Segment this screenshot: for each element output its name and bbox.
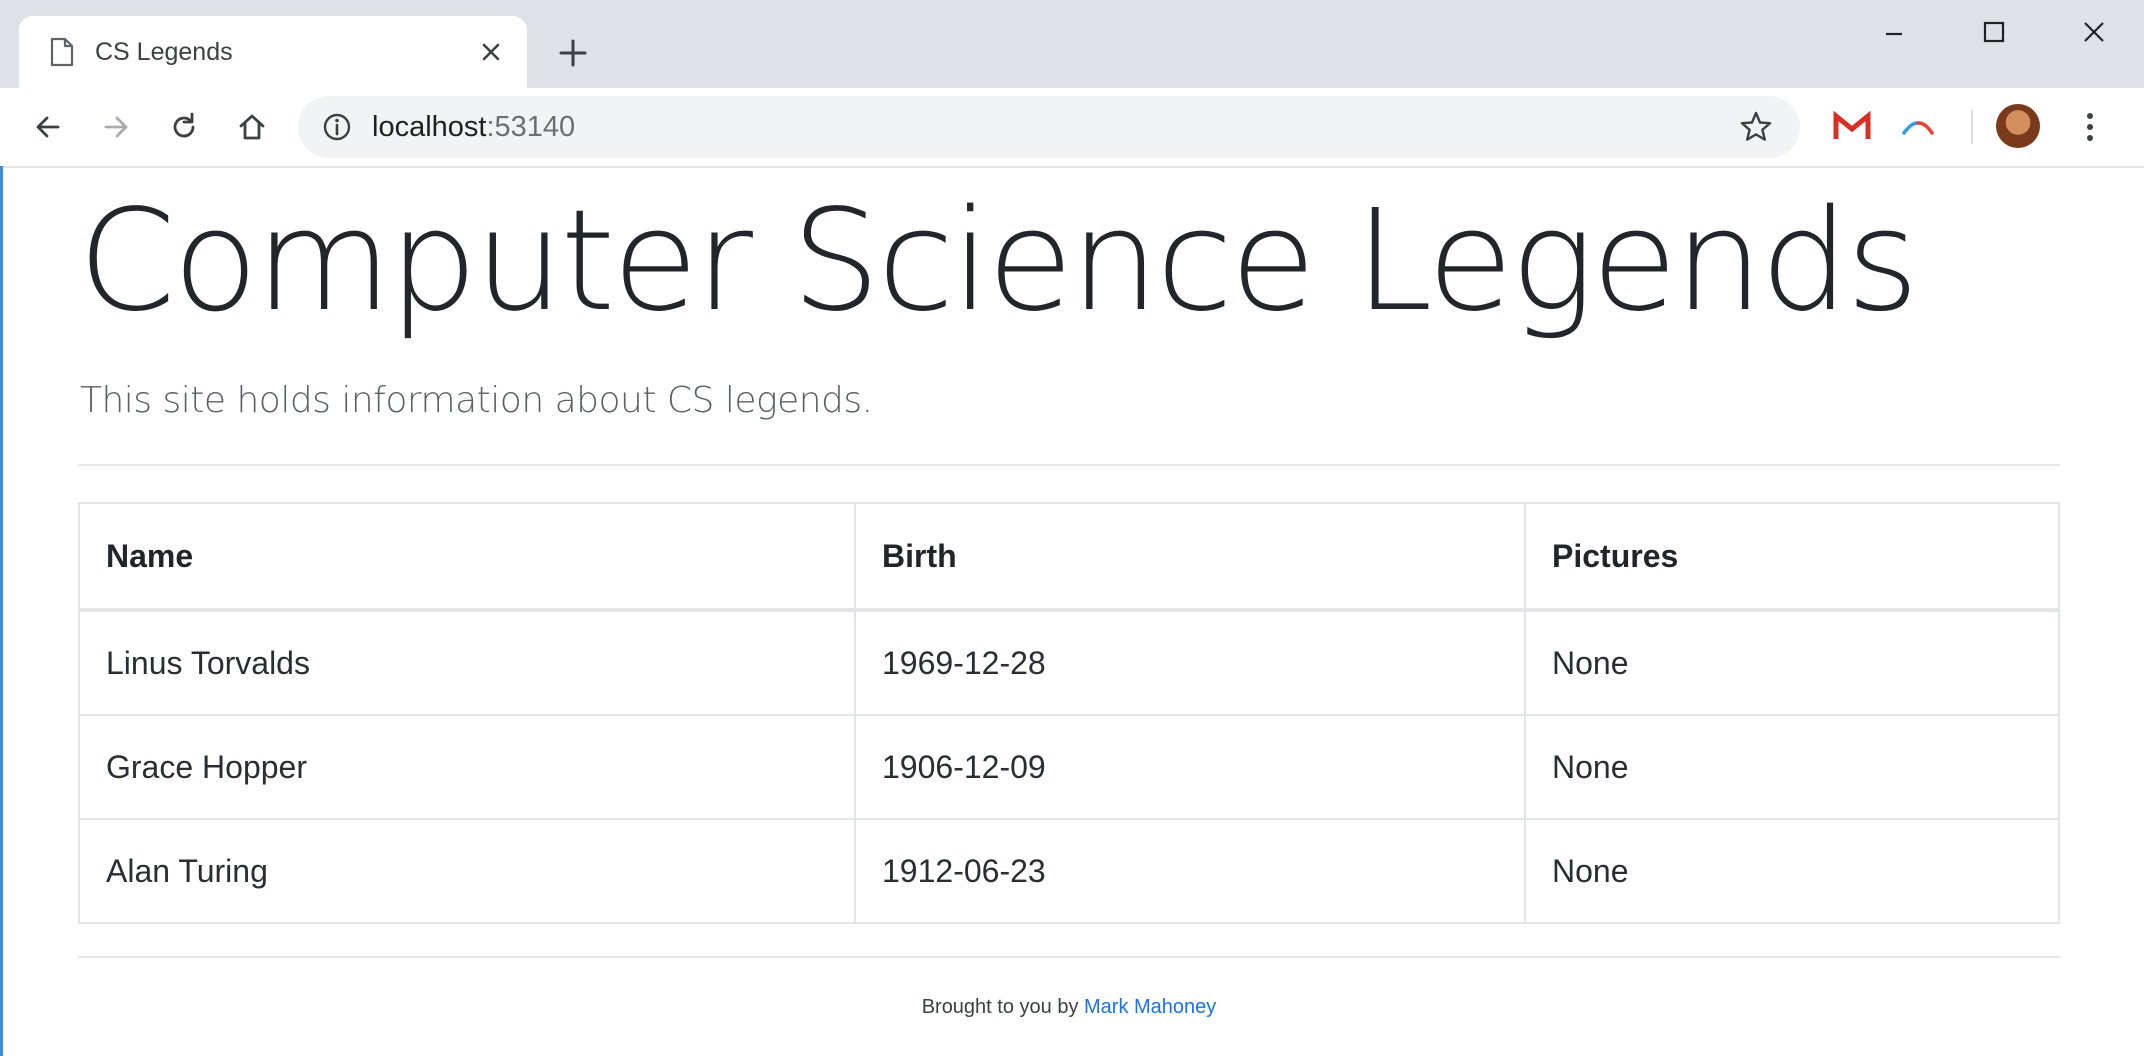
home-button[interactable]: [230, 105, 274, 149]
minimize-icon: [1886, 32, 1902, 36]
cell-pictures: None: [1524, 818, 2060, 924]
reload-button[interactable]: [162, 105, 206, 149]
cell-name: Alan Turing: [78, 818, 856, 924]
tab-close-icon[interactable]: [477, 38, 505, 66]
minimize-button[interactable]: [1862, 12, 1926, 52]
column-header-name: Name: [78, 502, 856, 612]
info-icon[interactable]: [322, 112, 352, 142]
cell-pictures: None: [1524, 609, 2060, 716]
tab-strip: CS Legends: [0, 0, 2144, 88]
close-icon: [2084, 22, 2104, 42]
arrow-left-icon: [36, 116, 60, 138]
home-icon: [239, 114, 265, 140]
table-header-row: Name Birth Pictures: [78, 502, 2060, 612]
browser-toolbar: localhost:53140: [0, 88, 2144, 168]
address-bar[interactable]: localhost:53140: [298, 96, 1800, 158]
cell-pictures: None: [1524, 714, 2060, 820]
column-header-pictures: Pictures: [1524, 502, 2060, 612]
table-row: Linus Torvalds 1969-12-28 None: [78, 609, 2060, 716]
cell-name: Grace Hopper: [78, 714, 856, 820]
toolbar-divider: [1971, 110, 1973, 144]
url-host: localhost: [372, 111, 487, 143]
footer: Brought to you by Mark Mahoney: [78, 996, 2060, 1019]
more-vert-icon[interactable]: [2072, 105, 2108, 149]
forward-button[interactable]: [94, 105, 138, 149]
legends-table: Name Birth Pictures Linus Torvalds 1969-…: [78, 502, 2060, 924]
document-icon: [50, 37, 74, 67]
divider: [78, 464, 2060, 466]
profile-avatar[interactable]: [1996, 104, 2040, 148]
url-port: :53140: [486, 111, 576, 143]
close-window-button[interactable]: [2062, 12, 2126, 52]
column-header-birth: Birth: [854, 502, 1526, 612]
cell-birth: 1906-12-09: [854, 714, 1526, 820]
window-border: [0, 166, 3, 1056]
cell-birth: 1912-06-23: [854, 818, 1526, 924]
reload-icon: [173, 112, 195, 138]
maximize-button[interactable]: [1962, 12, 2026, 52]
extension-arc-icon[interactable]: [1898, 107, 1938, 147]
page-title: Computer Science Legends: [78, 180, 1919, 343]
gmail-icon[interactable]: [1832, 107, 1872, 147]
bookmark-star-icon[interactable]: [1738, 109, 1774, 145]
browser-tab[interactable]: CS Legends: [19, 16, 527, 88]
cell-birth: 1969-12-28: [854, 609, 1526, 716]
tab-title: CS Legends: [95, 38, 233, 66]
author-link[interactable]: Mark Mahoney: [1084, 996, 1216, 1018]
maximize-icon: [1983, 21, 2005, 43]
table-row: Alan Turing 1912-06-23 None: [78, 818, 2060, 924]
url-text[interactable]: localhost:53140: [372, 111, 575, 144]
table-row: Grace Hopper 1906-12-09 None: [78, 714, 2060, 820]
footer-text: Brought to you by: [921, 996, 1085, 1018]
arrow-right-icon: [104, 116, 128, 138]
new-tab-icon[interactable]: [556, 36, 590, 70]
cell-name: Linus Torvalds: [78, 609, 856, 716]
page-lead: This site holds information about CS leg…: [80, 380, 873, 421]
footer-divider: [78, 956, 2060, 958]
back-button[interactable]: [26, 105, 70, 149]
